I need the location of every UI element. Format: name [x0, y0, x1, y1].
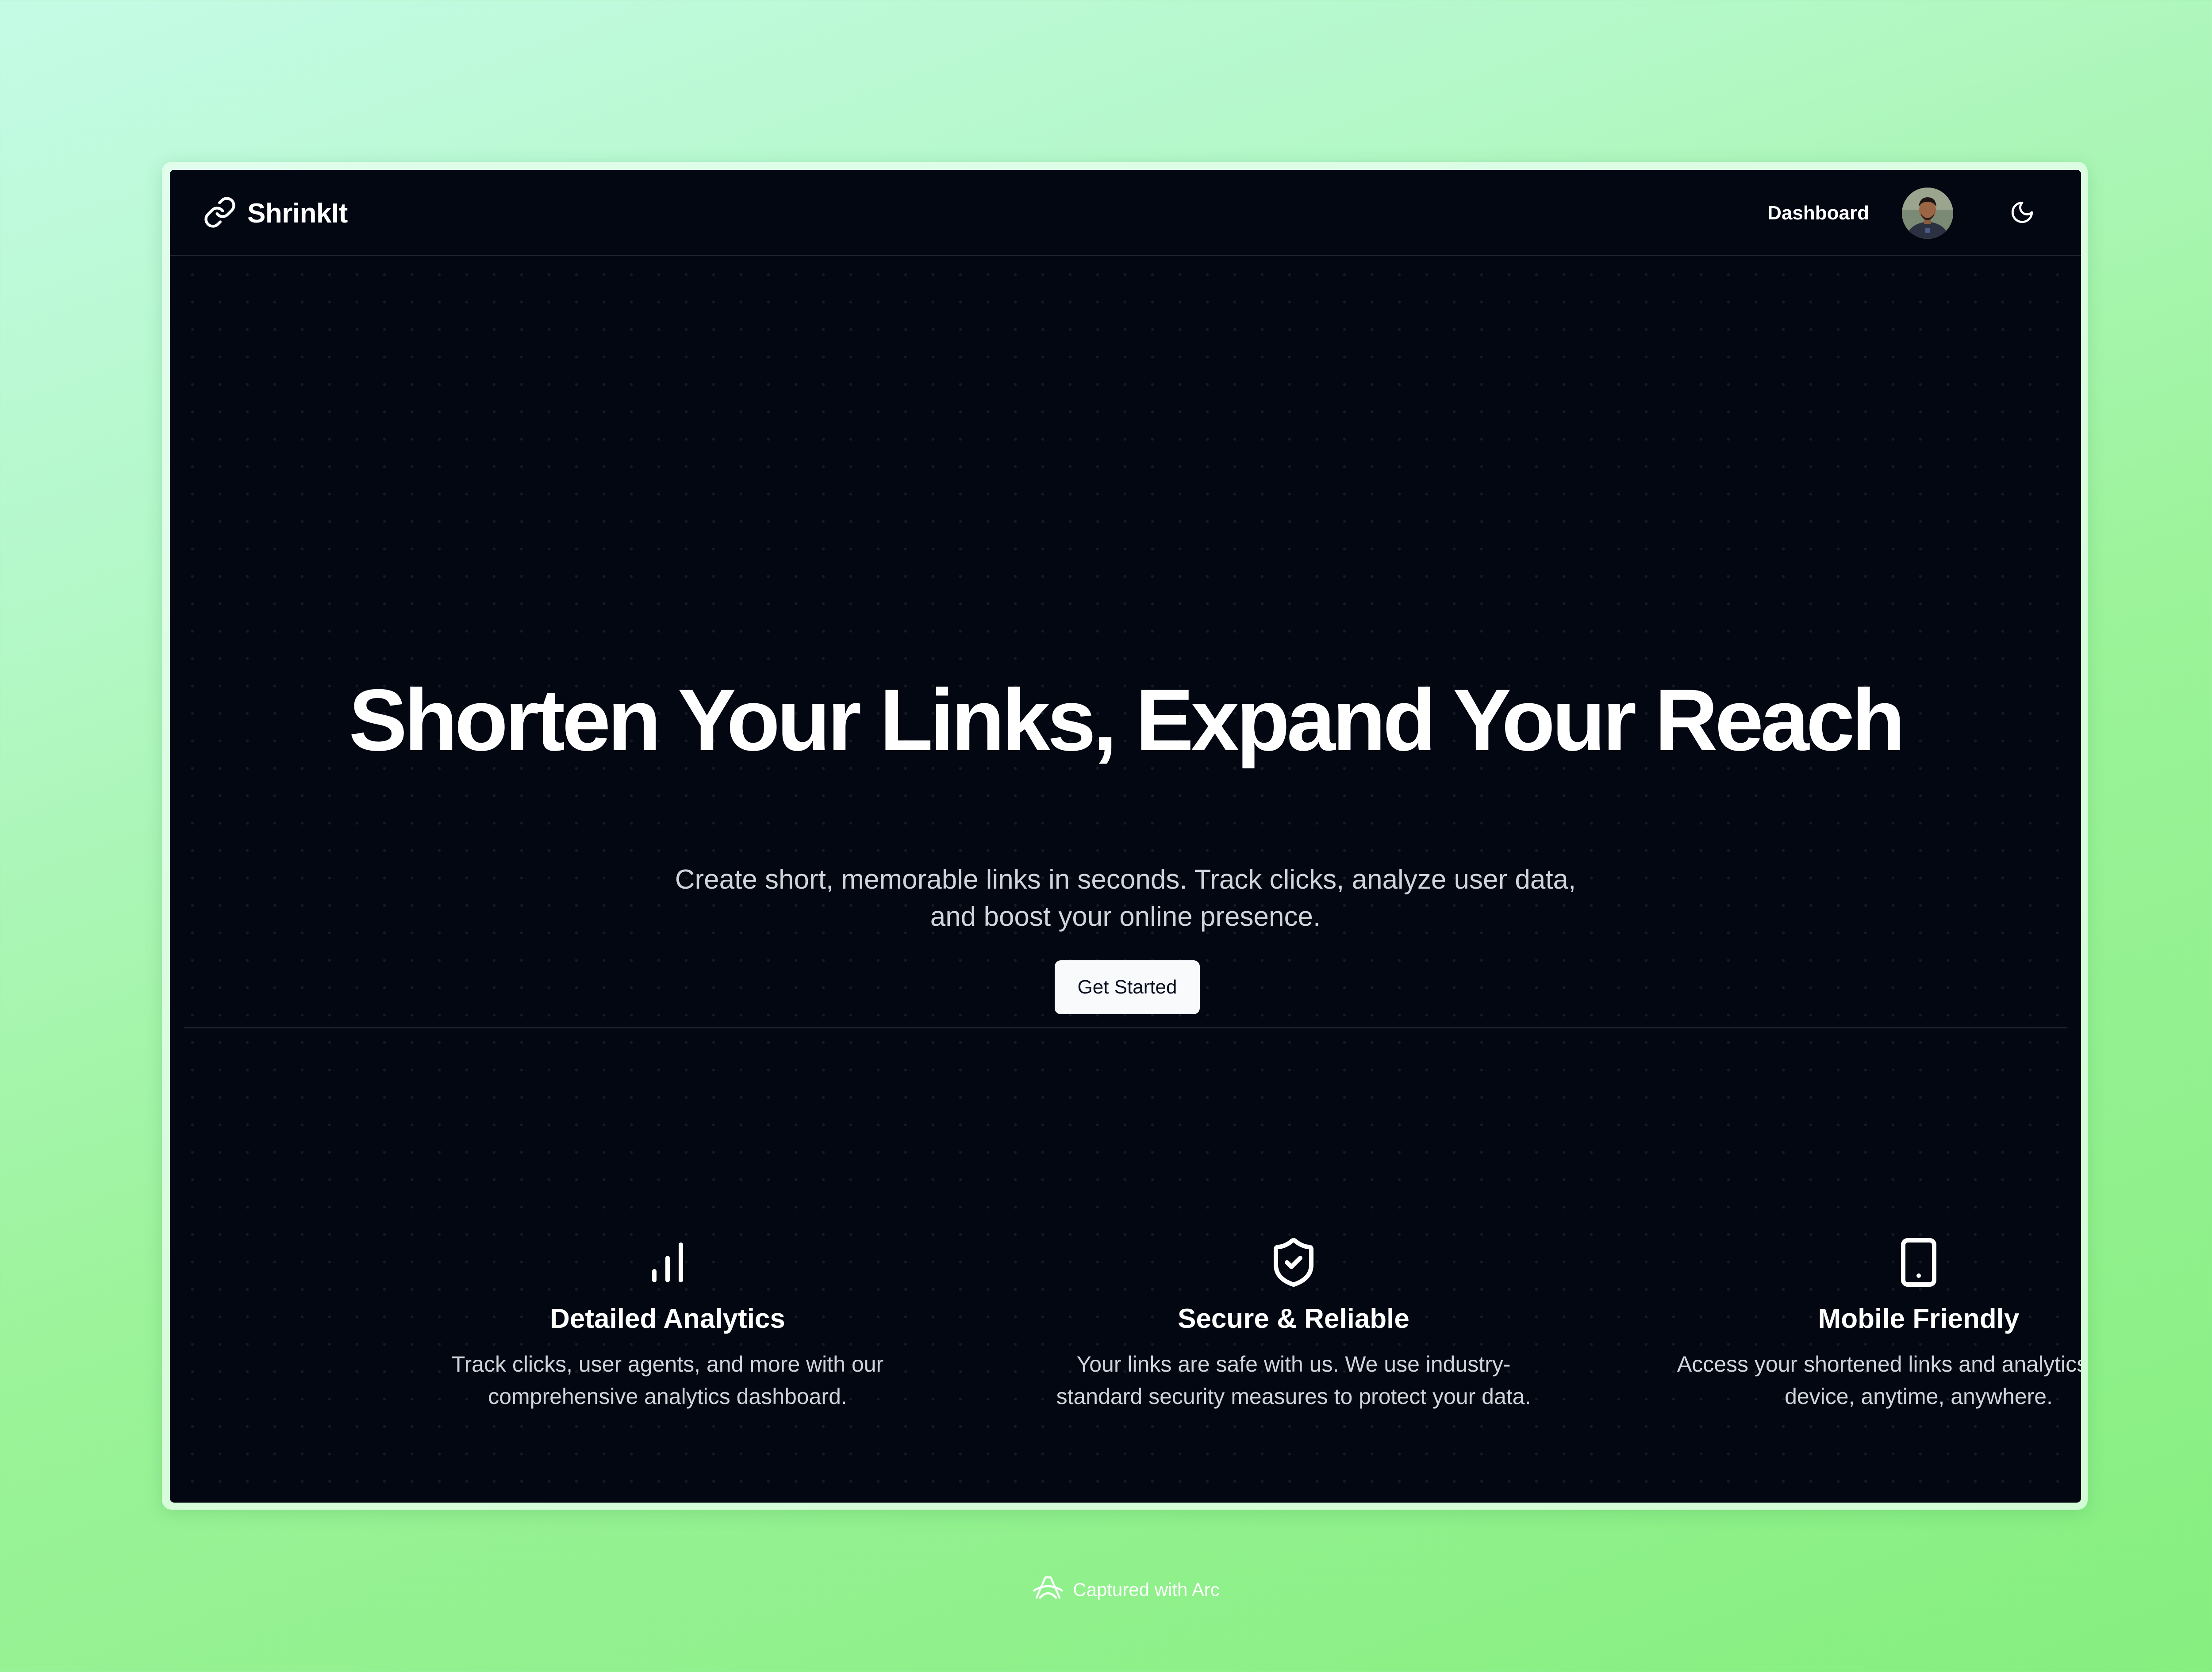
theme-toggle-button[interactable] — [2001, 192, 2043, 234]
feature-description-line-1: Track clicks, user agents, and more with… — [451, 1352, 884, 1377]
section-divider — [184, 1027, 2067, 1028]
navbar-actions: Dashboard — [1767, 188, 2043, 239]
feature-description: Access your shortened links and analytic… — [1664, 1348, 2081, 1413]
feature-description-line-1: Your links are safe with us. We use indu… — [1076, 1352, 1511, 1377]
feature-description: Track clicks, user agents, and more with… — [413, 1348, 922, 1413]
feature-title: Detailed Analytics — [550, 1304, 785, 1334]
hero-subtitle: Create short, memorable links in seconds… — [170, 861, 2081, 936]
bar-chart-icon — [641, 1236, 694, 1289]
feature-description-line-2: comprehensive analytics dashboard. — [488, 1384, 847, 1409]
hero-title: Shorten Your Links, Expand Your Reach — [349, 671, 1905, 769]
feature-description-line-1: Access your shortened links and analytic… — [1677, 1352, 2081, 1377]
caption-text: Captured with Arc — [1073, 1579, 1220, 1600]
smartphone-icon — [1892, 1236, 1945, 1289]
hero-subtitle-line-1: Create short, memorable links in seconds… — [675, 864, 1576, 895]
feature-description-line-2: standard security measures to protect yo… — [1056, 1384, 1531, 1409]
feature-card-mobile: Mobile Friendly Access your shortened li… — [1640, 1236, 2081, 1413]
hero-section: Shorten Your Links, Expand Your Reach Cr… — [170, 256, 2081, 1030]
user-avatar[interactable] — [1902, 188, 1953, 239]
get-started-button[interactable]: Get Started — [1055, 960, 1200, 1014]
moon-icon — [2009, 199, 2035, 227]
feature-card-security: Secure & Reliable Your links are safe wi… — [1015, 1236, 1572, 1413]
brand-logo-link[interactable]: ShrinkIt — [203, 192, 348, 234]
features-section: Detailed Analytics Track clicks, user ag… — [170, 1236, 2081, 1466]
app-window: ShrinkIt Dashboard Shorten Your Links, E… — [170, 170, 2081, 1503]
arc-logo-icon — [1031, 1573, 1065, 1607]
feature-title: Secure & Reliable — [1178, 1304, 1409, 1334]
arc-capture-caption: Captured with Arc — [0, 1573, 2212, 1607]
navbar: ShrinkIt Dashboard — [170, 170, 2081, 256]
feature-title: Mobile Friendly — [1818, 1304, 2020, 1334]
feature-description-line-2: device, anytime, anywhere. — [1785, 1384, 2053, 1409]
brand-name: ShrinkIt — [247, 198, 348, 229]
dashboard-link[interactable]: Dashboard — [1767, 202, 1869, 224]
link-icon — [203, 196, 237, 231]
feature-description: Your links are safe with us. We use indu… — [1039, 1348, 1548, 1413]
hero-subtitle-line-2: and boost your online presence. — [930, 901, 1321, 932]
shield-check-icon — [1267, 1236, 1320, 1289]
feature-card-analytics: Detailed Analytics Track clicks, user ag… — [389, 1236, 946, 1413]
